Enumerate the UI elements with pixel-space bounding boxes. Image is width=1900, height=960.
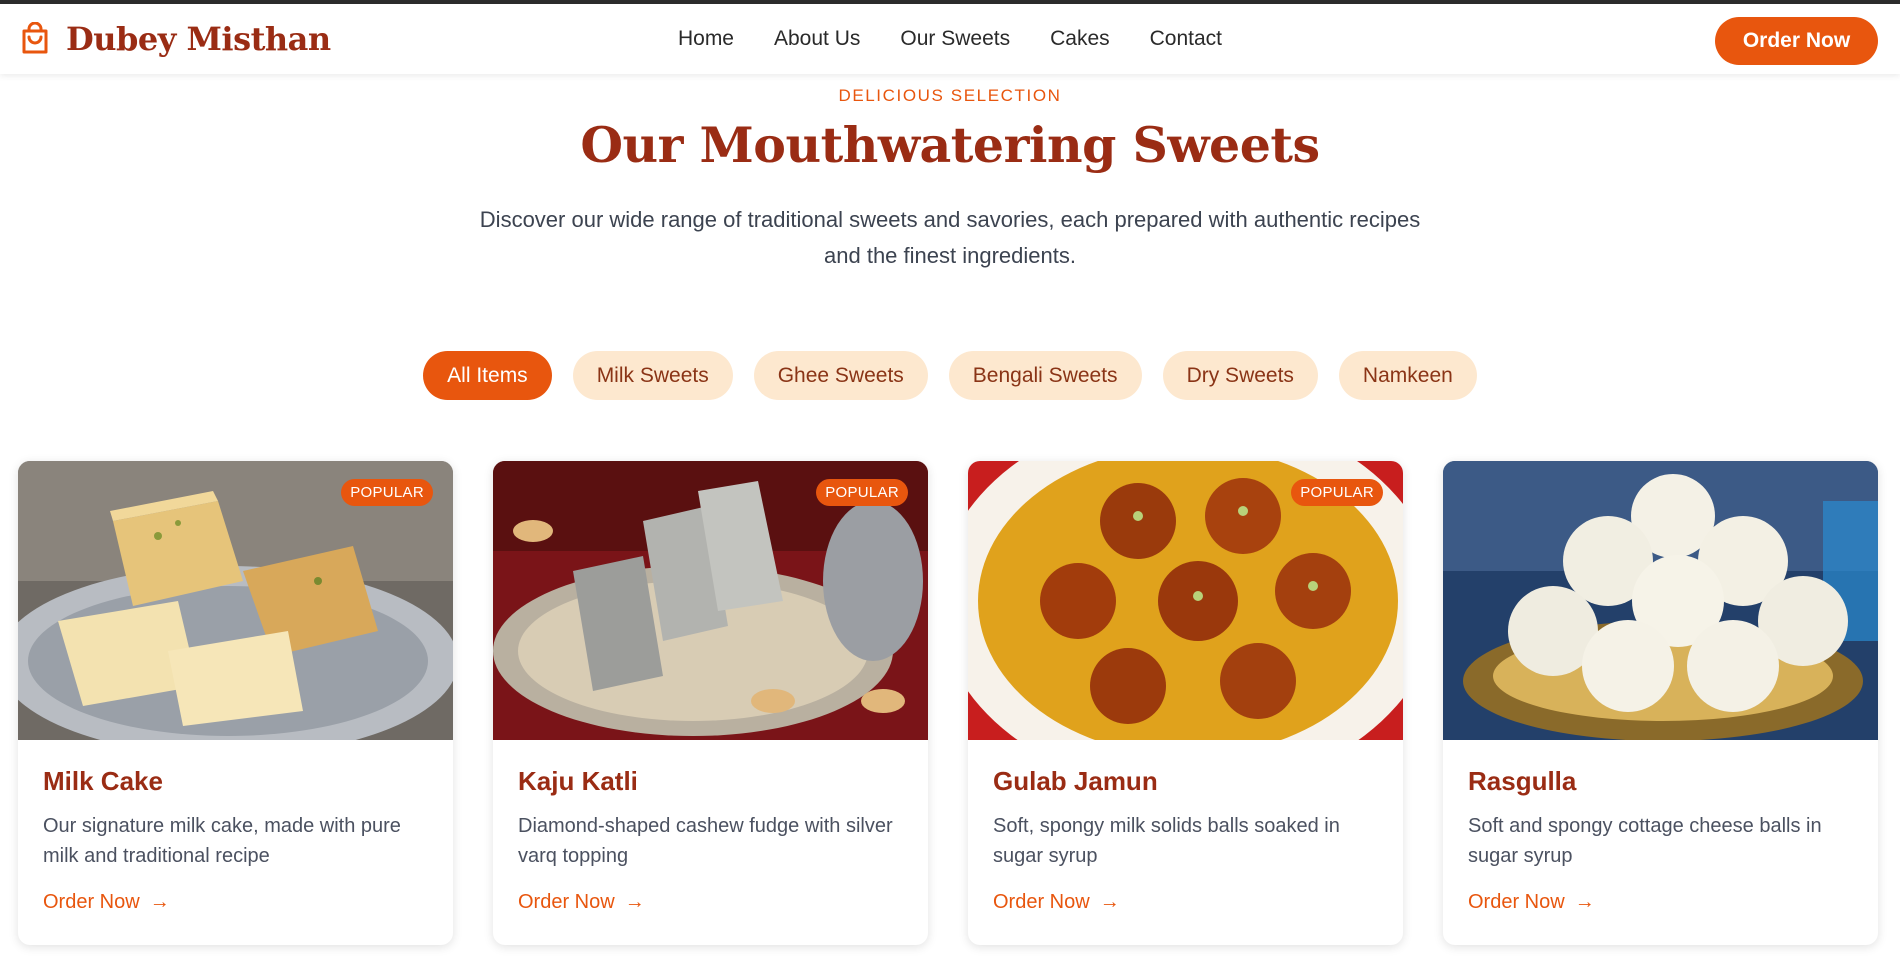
product-image-milk-cake: POPULAR	[18, 461, 453, 740]
product-name: Kaju Katli	[518, 766, 638, 796]
product-name: Gulab Jamun	[993, 766, 1158, 796]
arrow-right-icon: →	[624, 891, 645, 913]
filter-dry-sweets[interactable]: Dry Sweets	[1162, 351, 1318, 400]
product-order-link[interactable]: Order Now →	[993, 891, 1120, 914]
section-subtitle: Discover our wide range of traditional s…	[479, 207, 1421, 268]
product-description: Soft, spongy milk solids balls soaked in…	[993, 815, 1340, 867]
filter-namkeen[interactable]: Namkeen	[1338, 351, 1477, 400]
nav-our-sweets[interactable]: Our Sweets	[900, 27, 1010, 51]
nav-about-us[interactable]: About Us	[774, 27, 860, 51]
product-card-kaju-katli[interactable]: POPULAR Kaju Katli Diamond-shaped cashew…	[493, 461, 928, 945]
nav-home[interactable]: Home	[678, 27, 734, 51]
product-description: Diamond-shaped cashew fudge with silver …	[518, 815, 893, 867]
product-order-link[interactable]: Order Now →	[43, 891, 170, 914]
order-link-label: Order Now	[993, 891, 1090, 913]
product-card-gulab-jamun[interactable]: POPULAR Gulab Jamun Soft, spongy milk so…	[968, 461, 1403, 945]
filter-all-items[interactable]: All Items	[423, 351, 552, 400]
product-image-kaju-katli: POPULAR	[493, 461, 928, 740]
product-order-link[interactable]: Order Now →	[518, 891, 645, 914]
brand-name: Dubey Misthan	[66, 20, 331, 58]
filter-ghee-sweets[interactable]: Ghee Sweets	[753, 351, 928, 400]
order-link-label: Order Now	[43, 891, 140, 913]
order-link-label: Order Now	[1468, 891, 1565, 913]
product-grid: POPULAR Milk Cake Our signature milk cak…	[18, 461, 1878, 945]
section-eyebrow: DELICIOUS SELECTION	[838, 86, 1062, 105]
shopping-bag-icon	[22, 22, 48, 54]
nav-cakes[interactable]: Cakes	[1050, 27, 1110, 51]
product-order-link[interactable]: Order Now →	[1468, 891, 1595, 914]
category-filters: All Items Milk Sweets Ghee Sweets Bengal…	[0, 351, 1900, 400]
filter-bengali-sweets[interactable]: Bengali Sweets	[948, 351, 1142, 400]
product-card-milk-cake[interactable]: POPULAR Milk Cake Our signature milk cak…	[18, 461, 453, 945]
arrow-right-icon: →	[1099, 891, 1120, 913]
order-now-button[interactable]: Order Now	[1715, 17, 1878, 65]
product-image-gulab-jamun: POPULAR	[968, 461, 1403, 740]
product-image-rasgulla	[1443, 461, 1878, 740]
arrow-right-icon: →	[1574, 891, 1595, 913]
product-description: Our signature milk cake, made with pure …	[43, 815, 401, 867]
product-card-rasgulla[interactable]: Rasgulla Soft and spongy cottage cheese …	[1443, 461, 1878, 945]
product-name: Rasgulla	[1468, 766, 1577, 796]
popular-badge: POPULAR	[816, 479, 908, 506]
popular-badge: POPULAR	[341, 479, 433, 506]
site-header: Dubey Misthan Home About Us Our Sweets C…	[0, 4, 1900, 74]
section-title: Our Mouthwatering Sweets	[580, 116, 1320, 174]
nav-contact[interactable]: Contact	[1150, 27, 1222, 51]
arrow-right-icon: →	[149, 891, 170, 913]
popular-badge: POPULAR	[1291, 479, 1383, 506]
filter-milk-sweets[interactable]: Milk Sweets	[572, 351, 733, 400]
brand-logo[interactable]: Dubey Misthan	[18, 20, 331, 58]
product-name: Milk Cake	[43, 766, 163, 796]
product-description: Soft and spongy cottage cheese balls in …	[1468, 815, 1822, 867]
order-link-label: Order Now	[518, 891, 615, 913]
